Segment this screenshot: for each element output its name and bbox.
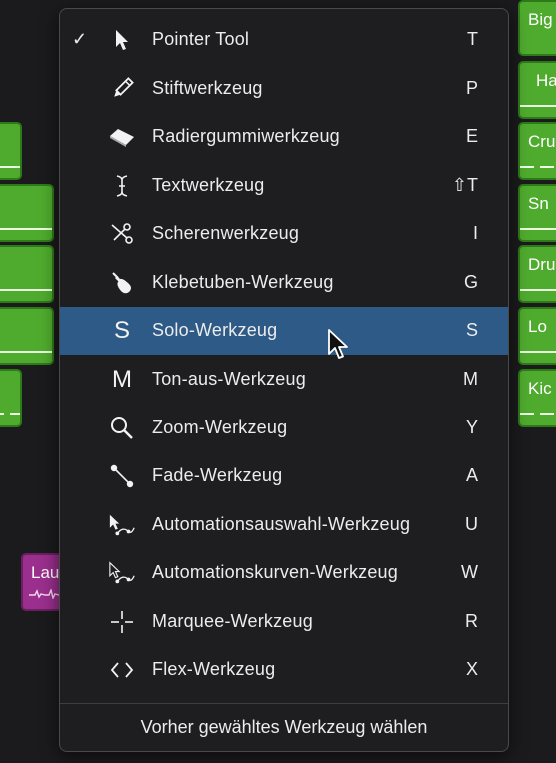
region-label: Lo <box>528 317 547 336</box>
menu-item-shortcut: T <box>467 29 478 49</box>
region-waveform-line <box>0 413 20 415</box>
menu-item-eraser-tool[interactable]: Radiergummiwerkzeug E <box>60 113 508 161</box>
menu-item-shortcut: W <box>461 562 478 582</box>
fade-icon <box>108 463 136 489</box>
region-waveform-line <box>520 105 556 107</box>
track-region-sn[interactable]: Sn <box>518 184 556 242</box>
menu-item-shortcut: M <box>463 369 478 389</box>
menu-item-label: Ton-aus-Werkzeug <box>152 369 306 389</box>
track-region-left-2[interactable] <box>0 184 54 242</box>
glue-tube-icon <box>108 270 136 296</box>
track-region-big[interactable]: Big <box>518 0 556 56</box>
menu-item-label: Textwerkzeug <box>152 175 265 195</box>
menu-item-flex-tool[interactable]: Flex-Werkzeug X <box>60 646 508 694</box>
mouse-pointer-icon <box>328 329 348 359</box>
region-label: Dru <box>528 255 556 274</box>
mute-icon: M <box>112 366 132 393</box>
pencil-icon <box>108 76 136 102</box>
menu-item-label: Zoom-Werkzeug <box>152 417 288 437</box>
flex-icon <box>108 657 136 683</box>
region-label: Big <box>528 10 553 29</box>
menu-item-solo-tool[interactable]: S Solo-Werkzeug S <box>60 307 508 355</box>
region-label: Cru <box>528 132 556 151</box>
menu-item-automation-curve-tool[interactable]: Automationskurven-Werkzeug W <box>60 549 508 597</box>
track-region-kic[interactable]: Kic <box>518 369 556 427</box>
region-waveform-line <box>520 166 556 168</box>
menu-item-shortcut: P <box>465 78 478 98</box>
region-label: Sn <box>528 194 549 213</box>
menu-item-label: Stiftwerkzeug <box>152 78 263 98</box>
region-waveform-line <box>0 228 52 230</box>
checkmark-icon: ✓ <box>72 29 88 49</box>
automation-curve-icon <box>108 560 136 586</box>
menu-item-mute-tool[interactable]: M Ton-aus-Werkzeug M <box>60 356 508 404</box>
menu-item-shortcut: U <box>465 514 478 534</box>
region-waveform-line <box>520 289 556 291</box>
track-region-dru[interactable]: Dru <box>518 245 556 303</box>
track-region-cru[interactable]: Cru <box>518 122 556 180</box>
menu-item-marquee-tool[interactable]: Marquee-Werkzeug R <box>60 598 508 646</box>
menu-item-shortcut: R <box>465 611 478 631</box>
tool-menu: ✓ Pointer Tool T Stiftwerkzeug P Radierg… <box>59 8 509 752</box>
menu-item-previous-tool[interactable]: Vorher gewähltes Werkzeug wählen <box>60 717 508 738</box>
menu-item-shortcut: Y <box>465 417 478 437</box>
menu-item-shortcut: A <box>465 465 478 485</box>
menu-item-glue-tool[interactable]: Klebetuben-Werkzeug G <box>60 259 508 307</box>
menu-item-label: Automationsauswahl-Werkzeug <box>152 514 411 534</box>
menu-item-label: Automationskurven-Werkzeug <box>152 562 398 582</box>
scissors-icon <box>108 221 136 247</box>
track-region-ha[interactable]: Ha <box>518 61 556 119</box>
menu-item-shortcut: S <box>465 320 478 340</box>
menu-item-zoom-tool[interactable]: Zoom-Werkzeug Y <box>60 404 508 452</box>
region-waveform-line <box>520 228 556 230</box>
region-waveform-line <box>0 166 20 168</box>
menu-item-label: Flex-Werkzeug <box>152 659 276 679</box>
menu-item-label: Fade-Werkzeug <box>152 465 283 485</box>
text-cursor-icon <box>108 173 136 199</box>
menu-item-label: Radiergummiwerkzeug <box>152 126 340 146</box>
region-label: Lau <box>31 563 60 582</box>
menu-item-text-tool[interactable]: Textwerkzeug ⇧T <box>60 162 508 210</box>
menu-item-fade-tool[interactable]: Fade-Werkzeug A <box>60 452 508 500</box>
menu-item-scissors-tool[interactable]: Scherenwerkzeug I <box>60 210 508 258</box>
arrow-pointer-icon <box>108 27 136 53</box>
menu-separator <box>60 703 508 704</box>
region-waveform-line <box>520 351 556 353</box>
menu-item-automation-select-tool[interactable]: Automationsauswahl-Werkzeug U <box>60 501 508 549</box>
menu-item-shortcut: G <box>463 272 478 292</box>
region-waveform-line <box>0 289 52 291</box>
automation-select-icon <box>108 512 136 538</box>
marquee-crosshair-icon <box>108 609 136 635</box>
menu-item-label: Klebetuben-Werkzeug <box>152 272 334 292</box>
menu-item-shortcut: I <box>472 223 478 243</box>
region-waveform-line <box>520 413 556 415</box>
track-region-left-3[interactable] <box>0 245 54 303</box>
track-region-left-5[interactable] <box>0 369 22 427</box>
menu-item-shortcut: E <box>465 126 478 146</box>
region-label: Ha <box>536 71 556 90</box>
region-label: Kic <box>528 379 552 398</box>
menu-item-label: Pointer Tool <box>152 29 250 49</box>
region-waveform-line <box>0 351 52 353</box>
menu-item-label: Marquee-Werkzeug <box>152 611 313 631</box>
track-region-left-1[interactable] <box>0 122 22 180</box>
solo-icon: S <box>113 317 130 344</box>
menu-item-label: Solo-Werkzeug <box>152 320 278 340</box>
magnifier-icon <box>108 415 136 441</box>
menu-item-shortcut: X <box>465 659 478 679</box>
menu-item-pencil-tool[interactable]: Stiftwerkzeug P <box>60 65 508 113</box>
menu-item-label: Scherenwerkzeug <box>152 223 300 243</box>
eraser-icon <box>108 124 136 150</box>
track-region-lo[interactable]: Lo <box>518 307 556 365</box>
menu-item-pointer-tool[interactable]: ✓ Pointer Tool T <box>60 16 508 64</box>
track-region-left-4[interactable] <box>0 307 54 365</box>
menu-item-shortcut: ⇧T <box>451 175 478 195</box>
